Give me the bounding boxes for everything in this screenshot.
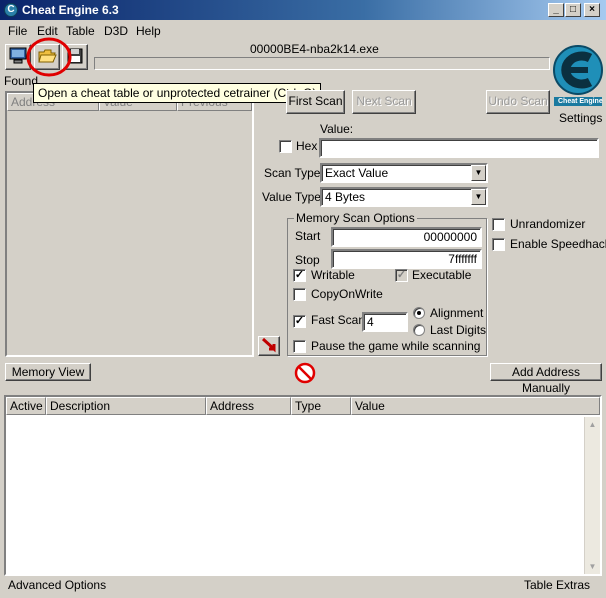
value-type-label: Value Type xyxy=(262,190,321,204)
stop-label: Stop xyxy=(295,253,320,267)
settings-link[interactable]: Settings xyxy=(559,111,602,125)
logo-text: Cheat Engine xyxy=(558,98,603,105)
unrandomizer-checkbox[interactable] xyxy=(492,218,505,231)
menu-d3d[interactable]: D3D xyxy=(104,24,128,38)
value-type-select[interactable]: 4 Bytes ▼ xyxy=(320,187,488,207)
scan-type-label: Scan Type xyxy=(264,166,321,180)
window-title: Cheat Engine 6.3 xyxy=(22,3,119,17)
add-to-list-button[interactable] xyxy=(258,336,280,356)
scan-type-select[interactable]: Exact Value ▼ xyxy=(320,163,488,183)
scroll-down-icon[interactable]: ▼ xyxy=(585,559,600,574)
copyonwrite-checkbox[interactable] xyxy=(293,288,306,301)
alignment-label: Alignment xyxy=(430,306,484,320)
highlight-circle xyxy=(26,37,72,77)
scroll-up-icon[interactable]: ▲ xyxy=(585,417,600,432)
hex-checkbox[interactable] xyxy=(279,140,292,153)
alignment-radio[interactable] xyxy=(413,307,425,319)
scan-type-value: Exact Value xyxy=(325,166,389,180)
copyonwrite-label: CopyOnWrite xyxy=(311,287,383,301)
memory-view-button[interactable]: Memory View xyxy=(5,363,91,381)
dropdown-arrow-icon[interactable]: ▼ xyxy=(471,189,486,205)
last-digits-radio[interactable] xyxy=(413,324,425,336)
cheat-table[interactable]: Active Description Address Type Value ▲ … xyxy=(4,395,602,576)
found-address-list[interactable]: Address Value Previous xyxy=(5,91,254,357)
executable-checkbox[interactable]: ✓ xyxy=(395,269,408,282)
menu-help[interactable]: Help xyxy=(136,24,161,38)
memory-scan-options-title: Memory Scan Options xyxy=(294,211,417,225)
writable-checkbox[interactable]: ✓ xyxy=(293,269,306,282)
unrandomizer-label: Unrandomizer xyxy=(510,217,586,231)
first-scan-button[interactable]: First Scan xyxy=(286,90,345,114)
col-active[interactable]: Active xyxy=(6,397,46,415)
red-arrow-icon xyxy=(261,337,276,353)
hex-label: Hex xyxy=(296,139,318,153)
scan-progress-bar xyxy=(94,57,550,70)
open-table-tooltip: Open a cheat table or unprotected cetrai… xyxy=(33,83,322,103)
advanced-options-link[interactable]: Advanced Options xyxy=(8,578,106,592)
menu-bar: File Edit Table D3D Help xyxy=(0,20,606,40)
next-scan-button[interactable]: Next Scan xyxy=(352,90,416,114)
pause-game-checkbox[interactable] xyxy=(293,340,306,353)
value-input[interactable] xyxy=(319,138,599,158)
col-value[interactable]: Value xyxy=(351,397,600,415)
pause-game-label: Pause the game while scanning xyxy=(311,339,481,353)
maximize-button[interactable]: □ xyxy=(565,3,581,17)
add-address-manually-button[interactable]: Add Address Manually xyxy=(490,363,602,395)
vertical-scrollbar[interactable]: ▲ ▼ xyxy=(584,417,600,574)
fast-scan-label: Fast Scan xyxy=(311,313,366,327)
undo-scan-button[interactable]: Undo Scan xyxy=(486,90,550,114)
fast-scan-checkbox[interactable]: ✓ xyxy=(293,315,306,328)
cheat-engine-logo[interactable]: Cheat Engine xyxy=(552,40,604,108)
process-name: 00000BE4-nba2k14.exe xyxy=(250,42,379,56)
col-description[interactable]: Description xyxy=(46,397,206,415)
executable-label: Executable xyxy=(412,268,472,282)
col-type[interactable]: Type xyxy=(291,397,351,415)
speedhack-checkbox[interactable] xyxy=(492,238,505,251)
value-label: Value: xyxy=(320,122,354,136)
col-address[interactable]: Address xyxy=(206,397,291,415)
clear-list-button[interactable] xyxy=(294,362,316,384)
dropdown-arrow-icon[interactable]: ▼ xyxy=(471,165,486,181)
writable-label: Writable xyxy=(311,268,355,282)
minimize-button[interactable]: _ xyxy=(548,3,564,17)
stop-icon xyxy=(294,362,316,384)
cheat-engine-icon: C xyxy=(4,3,18,17)
close-button[interactable]: × xyxy=(584,3,600,17)
speedhack-label: Enable Speedhack xyxy=(510,237,606,251)
last-digits-label: Last Digits xyxy=(430,323,487,337)
fast-scan-input[interactable]: 4 xyxy=(362,312,408,332)
table-extras-link[interactable]: Table Extras xyxy=(524,578,590,592)
stop-address-input[interactable]: 7fffffff xyxy=(331,249,482,269)
menu-file[interactable]: File xyxy=(8,24,27,38)
start-address-input[interactable]: 00000000 xyxy=(331,227,482,247)
title-bar[interactable]: C Cheat Engine 6.3 _ □ × xyxy=(0,0,606,20)
value-type-value: 4 Bytes xyxy=(325,190,366,204)
start-label: Start xyxy=(295,229,321,243)
